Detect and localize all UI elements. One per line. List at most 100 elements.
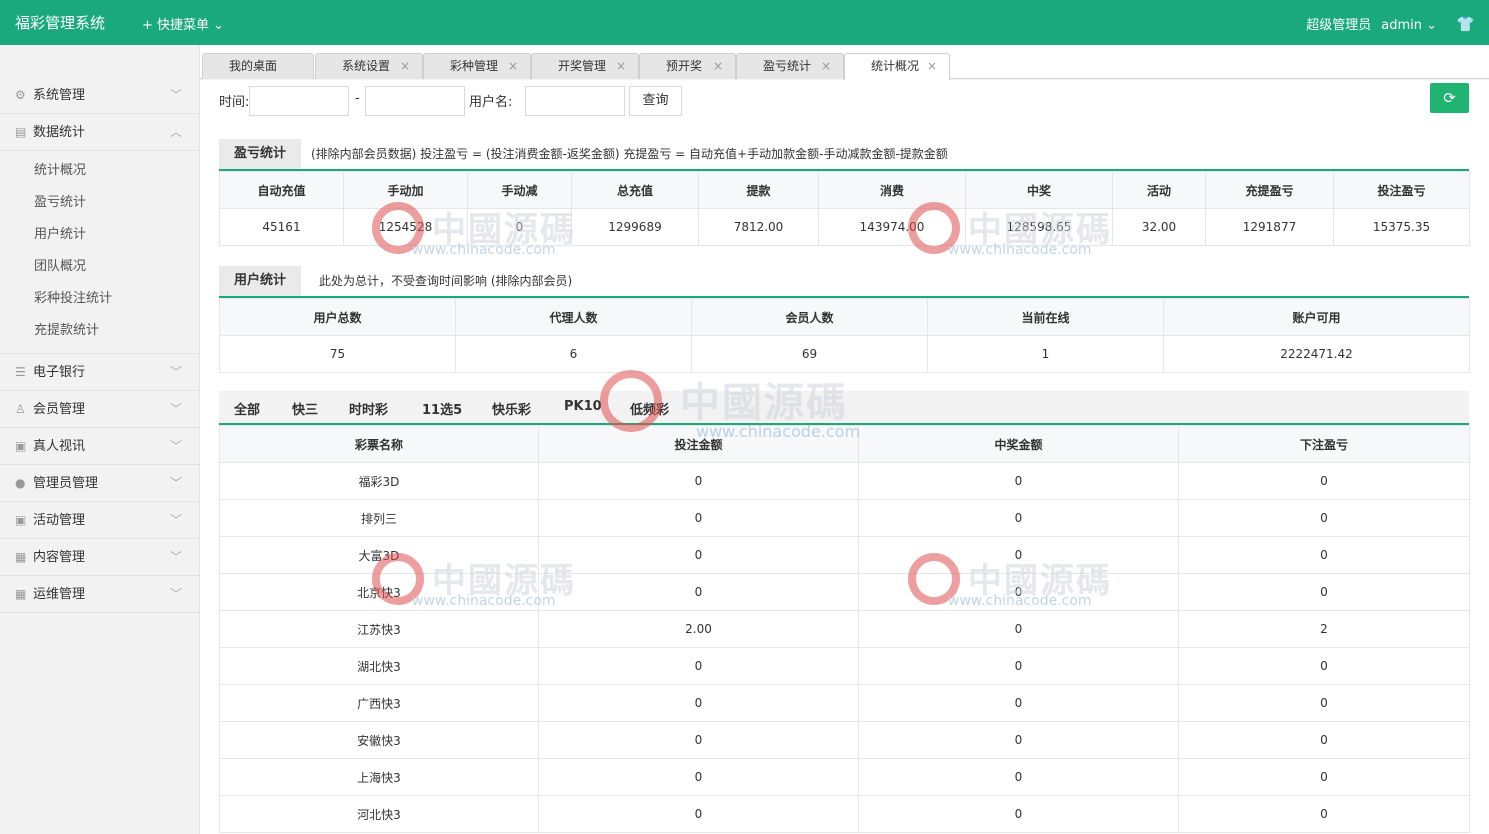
table-row: 45161 1254528 0 1299689 7812.00 143974.00 1285… xyxy=(219,208,1470,246)
refresh-icon: ⟳ xyxy=(1443,89,1456,107)
sidebar-item[interactable]: ▣ 真人视讯 ﹀ xyxy=(0,428,200,465)
tab-4[interactable]: 预开奖 × xyxy=(639,53,736,79)
tab-6[interactable]: 统计概况 × xyxy=(844,53,950,80)
users-table: 用户总数 代理人数 会员人数 当前在线 账户可用 75 6 69 1 2222471.42 xyxy=(219,298,1470,373)
close-icon[interactable]: × xyxy=(400,54,410,79)
username-input[interactable] xyxy=(525,86,625,116)
lottery-tab[interactable]: 全部 xyxy=(234,399,260,418)
table-cell: 0 xyxy=(538,499,859,537)
close-icon[interactable]: × xyxy=(821,54,831,79)
sidebar-subitem[interactable]: 团队概况 xyxy=(0,251,200,283)
query-button[interactable]: 查询 xyxy=(629,86,682,116)
chevron-down-icon: ﹀ xyxy=(169,365,182,379)
sidebar-subitem[interactable]: 统计概况 xyxy=(0,155,200,187)
close-icon[interactable]: × xyxy=(927,54,937,79)
table-cell: 1 xyxy=(927,335,1164,373)
quick-menu-button[interactable]: + 快捷菜单 ⌄ xyxy=(142,14,224,33)
close-icon[interactable]: × xyxy=(508,54,518,79)
sidebar-item[interactable]: ▤ 数据统计 ︿ xyxy=(0,114,200,151)
table-cell: 45161 xyxy=(219,208,344,246)
sidebar-item[interactable]: ▦ 内容管理 ﹀ xyxy=(0,539,200,576)
sidebar-item-label: 活动管理 xyxy=(33,513,86,528)
table-cell: 0 xyxy=(538,721,859,759)
table-cell: 0 xyxy=(858,499,1179,537)
sidebar-item-label: 数据统计 xyxy=(33,125,86,140)
time-start-input[interactable] xyxy=(249,86,349,116)
gift-icon: ▣ xyxy=(15,439,27,453)
table-cell: 0 xyxy=(467,208,572,246)
column-header: 投注盈亏 xyxy=(1333,171,1470,209)
gift-icon: ▣ xyxy=(15,513,27,527)
table-cell: 0 xyxy=(858,573,1179,611)
table-cell: 2 xyxy=(1178,610,1470,648)
close-icon[interactable]: × xyxy=(616,54,626,79)
lottery-tab[interactable]: 时时彩 xyxy=(349,399,388,418)
time-end-input[interactable] xyxy=(365,86,465,116)
tab-1[interactable]: 系统设置 × xyxy=(315,53,423,79)
table-row: 湖北快3 0 0 0 xyxy=(219,647,1470,685)
sidebar-item-label: 会员管理 xyxy=(33,402,86,417)
table-cell: 0 xyxy=(858,721,1179,759)
tab-label: 统计概况 xyxy=(871,59,920,73)
lottery-tab[interactable]: 11选5 xyxy=(422,399,462,418)
sidebar-item[interactable]: ⚙ 系统管理 ﹀ xyxy=(0,77,200,114)
close-icon[interactable]: × xyxy=(713,54,723,79)
sidebar-item[interactable]: ▦ 运维管理 ﹀ xyxy=(0,576,200,613)
table-cell: 128598.65 xyxy=(965,208,1113,246)
sidebar-subitem[interactable]: 彩种投注统计 xyxy=(0,283,200,315)
table-cell: 0 xyxy=(1178,462,1470,500)
theme-shirt-icon[interactable]: 👕 xyxy=(1456,15,1475,33)
table-cell: 1291877 xyxy=(1205,208,1334,246)
table-cell: 0 xyxy=(1178,684,1470,722)
column-header: 手动加 xyxy=(343,171,468,209)
lottery-tab[interactable]: PK10 xyxy=(564,399,602,414)
user-role: 超级管理员 xyxy=(1306,18,1372,33)
tab-0[interactable]: 我的桌面 xyxy=(202,53,314,79)
tab-label: 系统设置 xyxy=(342,59,391,73)
sidebar-subitem[interactable]: 用户统计 xyxy=(0,219,200,251)
lottery-tab[interactable]: 快乐彩 xyxy=(492,399,531,418)
sidebar-item[interactable]: ▣ 活动管理 ﹀ xyxy=(0,502,200,539)
tab-2[interactable]: 彩种管理 × xyxy=(423,53,531,79)
username-dropdown[interactable]: admin ⌄ xyxy=(1381,18,1437,33)
column-header: 投注金额 xyxy=(538,425,859,463)
table-header-row: 自动充值 手动加 手动减 总充值 提款 消费 中奖 活动 充提盈亏 投注盈亏 xyxy=(219,171,1470,209)
table-cell: 0 xyxy=(538,795,859,833)
sidebar-item[interactable]: ♙ 会员管理 ﹀ xyxy=(0,391,200,428)
sidebar-subitem[interactable]: 盈亏统计 xyxy=(0,187,200,219)
top-bar: 福彩管理系统 + 快捷菜单 ⌄ 超级管理员 admin ⌄ 👕 xyxy=(0,0,1489,45)
lottery-tab[interactable]: 快三 xyxy=(292,399,318,418)
column-header: 下注盈亏 xyxy=(1178,425,1470,463)
main-content: 时间: - 用户名: 查询 ⟳ 盈亏统计 (排除内部会员数据) 投注盈亏 = (… xyxy=(200,80,1489,834)
sidebar-item[interactable]: ☰ 电子银行 ﹀ xyxy=(0,354,200,391)
table-row: 福彩3D 0 0 0 xyxy=(219,462,1470,500)
profit-section-note: (排除内部会员数据) 投注盈亏 = (投注消费金额-返奖金额) 充提盈亏 = 自… xyxy=(311,147,948,161)
chart-icon: ▤ xyxy=(15,125,27,139)
table-cell: 0 xyxy=(538,684,859,722)
page-tabs: 我的桌面 系统设置 × 彩种管理 × 开奖管理 × 预开奖 × 盈亏统计 × 统计概况 × xyxy=(200,45,1489,80)
table-cell: 福彩3D xyxy=(219,462,539,500)
table-cell: 0 xyxy=(538,536,859,574)
table-cell: 0 xyxy=(1178,795,1470,833)
lottery-tab[interactable]: 低频彩 xyxy=(630,399,669,418)
chevron-down-icon: ﹀ xyxy=(169,476,182,490)
tab-3[interactable]: 开奖管理 × xyxy=(531,53,639,79)
sidebar-item-label: 管理员管理 xyxy=(33,476,99,491)
sidebar-item[interactable]: ● 管理员管理 ﹀ xyxy=(0,465,200,502)
table-cell: 0 xyxy=(858,536,1179,574)
user-menu[interactable]: 超级管理员 admin ⌄ xyxy=(1306,14,1437,33)
app-title: 福彩管理系统 xyxy=(15,14,106,32)
table-header-row: 彩票名称 投注金额 中奖金额 下注盈亏 xyxy=(219,425,1470,463)
lottery-category-tabs: 全部 快三 时时彩 11选5 快乐彩 PK10 低频彩 xyxy=(219,391,1469,425)
gear-icon: ⚙ xyxy=(15,88,26,102)
refresh-button[interactable]: ⟳ xyxy=(1430,83,1469,113)
table-cell: 0 xyxy=(1178,573,1470,611)
table-row: 排列三 0 0 0 xyxy=(219,499,1470,537)
sidebar-item-label: 电子银行 xyxy=(33,365,86,380)
profit-section-header: 盈亏统计 (排除内部会员数据) 投注盈亏 = (投注消费金额-返奖金额) 充提盈… xyxy=(219,139,1469,171)
table-row: 上海快3 0 0 0 xyxy=(219,758,1470,796)
sidebar-submenu: 统计概况 盈亏统计 用户统计 团队概况 彩种投注统计 充提款统计 xyxy=(0,151,200,354)
chevron-up-icon: ︿ xyxy=(169,125,182,139)
tab-5[interactable]: 盈亏统计 × xyxy=(736,53,844,79)
sidebar-subitem[interactable]: 充提款统计 xyxy=(0,315,200,347)
